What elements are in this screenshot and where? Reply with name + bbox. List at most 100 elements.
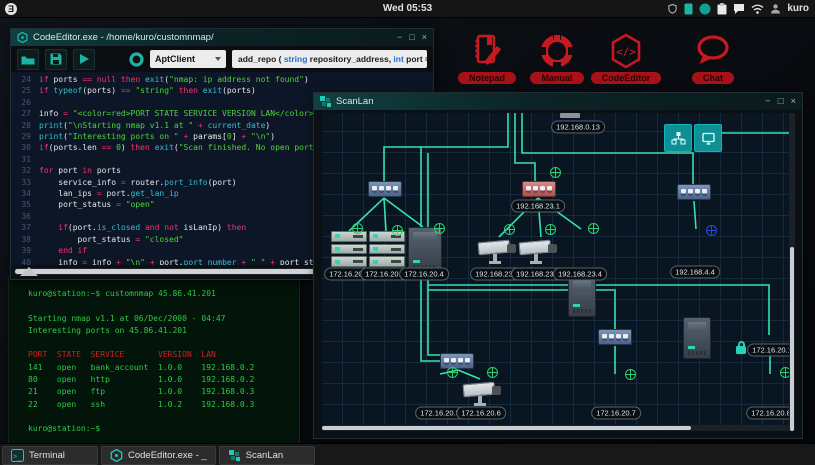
server-172-16-20-2[interactable]: [331, 231, 367, 267]
codeeditor-titlebar[interactable]: CodeEditor.exe - /home/kuro/customnmap/ …: [11, 29, 433, 46]
target-icon[interactable]: [129, 52, 144, 67]
circle-icon[interactable]: [699, 3, 711, 15]
method-signature-dropdown[interactable]: add_repo ( string repository_address, in…: [232, 50, 427, 68]
user-icon[interactable]: [770, 3, 781, 14]
minimize-button[interactable]: −: [397, 29, 402, 46]
terminal-scroll-up-arrow[interactable]: [20, 267, 38, 276]
ip-label-172.16.20.7: 172.16.20.7: [591, 407, 641, 420]
scanlan-icon: [228, 449, 241, 462]
network-link: [458, 370, 480, 379]
line-number: 37: [11, 222, 31, 233]
network-view-button[interactable]: [664, 124, 692, 152]
svg-text:</>: </>: [616, 46, 636, 59]
terminal-line: 21 open ftp 1.0.0 192.168.0.3: [28, 386, 297, 398]
terminal-line: 141 open bank_account 1.0.0 192.168.0.2: [28, 362, 297, 374]
switch-d[interactable]: [440, 353, 474, 369]
close-button[interactable]: ×: [790, 93, 796, 110]
codeeditor-icon: [110, 449, 123, 462]
username: kuro: [787, 3, 809, 14]
tablet-icon[interactable]: [684, 3, 693, 15]
switch-e[interactable]: [598, 329, 632, 345]
top-bar: Ǝ Wed 05:53 kuro: [0, 0, 815, 18]
globe-icon: [588, 223, 599, 234]
scrollbar-thumb[interactable]: [790, 247, 794, 431]
code-text: info = "<color=red>PORT STATE SERVICE VE…: [39, 108, 318, 119]
scrollbar-thumb[interactable]: [322, 426, 691, 430]
globe-icon: [352, 223, 363, 234]
maximize-button[interactable]: □: [778, 93, 784, 110]
codeeditor-icon: </>: [608, 31, 644, 71]
ip-label-172.16.20.4: 172.16.20.4: [399, 268, 449, 281]
taskbar-item-label: ScanLan: [246, 450, 284, 461]
os-logo-icon[interactable]: Ǝ: [5, 3, 17, 15]
camera-192-168-23-2[interactable]: [478, 237, 518, 267]
globe-icon: [550, 167, 561, 178]
terminal-line: kuro@station:~$: [28, 423, 297, 435]
line-number: 38: [11, 234, 31, 245]
server-172-16-20-3[interactable]: [369, 231, 405, 267]
chevron-down-icon: [215, 57, 221, 61]
desktop-icon-notepad[interactable]: Notepad: [450, 31, 524, 84]
desktop-icon-manual[interactable]: Manual: [520, 31, 594, 84]
close-button[interactable]: ×: [422, 29, 427, 46]
save-button[interactable]: [45, 49, 67, 70]
ip-label-192.168.4.4: 192.168.4.4: [670, 266, 720, 279]
globe-icon: [487, 367, 498, 378]
taskbar-item-codeeditor[interactable]: CodeEditor.exe - _: [101, 446, 216, 465]
minimize-button[interactable]: −: [765, 93, 771, 110]
desktop-icon-chat[interactable]: Chat: [676, 31, 750, 84]
switch-192-168-23-1[interactable]: [522, 181, 556, 197]
code-line-24: 24if ports == null then exit("nmap: ip a…: [11, 74, 433, 85]
open-file-button[interactable]: [17, 49, 39, 70]
clipboard-icon[interactable]: [717, 3, 727, 15]
run-button[interactable]: [73, 49, 95, 70]
fit-view-button[interactable]: [694, 124, 722, 152]
terminal-line: [28, 411, 297, 423]
desktop-icon-codeeditor[interactable]: </> CodeEditor: [589, 31, 663, 84]
tower-192-168-4-4[interactable]: [683, 317, 711, 359]
switch-a[interactable]: [368, 181, 402, 197]
line-number: 33: [11, 177, 31, 188]
line-number: 28: [11, 120, 31, 131]
taskbar-item-terminal[interactable]: >_Terminal: [2, 446, 98, 465]
chat-icon[interactable]: [733, 3, 745, 14]
lock-icon: [736, 346, 746, 354]
line-number: 27: [11, 108, 31, 119]
switch-c[interactable]: [677, 184, 711, 200]
map-vertical-scrollbar[interactable]: [789, 113, 795, 431]
terminal-output[interactable]: kuro@station:~$ customnmap 45.86.41.201 …: [11, 279, 297, 441]
desktop-icon-label: CodeEditor: [591, 72, 662, 84]
network-link: [384, 198, 423, 227]
api-class-dropdown[interactable]: AptClient: [150, 50, 226, 68]
desktop-icon-label: Notepad: [458, 72, 516, 84]
network-tree-icon: [671, 131, 686, 146]
svg-text:>_: >_: [13, 452, 22, 460]
wifi-icon[interactable]: [751, 4, 764, 14]
code-text: if ports == null then exit("nmap: ip add…: [39, 74, 309, 85]
scanlan-window: ScanLan − □ × 192.168.0.13192.168.23.117…: [313, 92, 803, 439]
camera-172-16-20-6[interactable]: [463, 379, 503, 409]
code-text: print("\nStarting nmap v1.1 at " + curre…: [39, 120, 270, 131]
map-horizontal-scrollbar[interactable]: [322, 425, 789, 431]
terminal-line: [28, 300, 297, 312]
code-text: port_status = "closed": [39, 234, 184, 245]
maximize-button[interactable]: □: [409, 29, 414, 46]
taskbar: >_TerminalCodeEditor.exe - _ ScanLan: [0, 443, 815, 465]
line-number: 31: [11, 154, 31, 165]
tower-192-168-23-4[interactable]: [568, 275, 596, 317]
net-192-168-0-13[interactable]: [560, 113, 580, 118]
manual-icon: [539, 31, 575, 71]
camera-192-168-23-3[interactable]: [519, 237, 559, 267]
tower-172-16-20-4[interactable]: [408, 227, 442, 273]
network-link: [384, 113, 508, 181]
network-map[interactable]: 192.168.0.13192.168.23.1172.16.20.2172.1…: [322, 113, 789, 425]
shield-icon[interactable]: [667, 3, 678, 15]
taskbar-item-scanlan[interactable]: ScanLan: [219, 446, 315, 465]
scanlan-titlebar[interactable]: ScanLan − □ ×: [314, 93, 802, 110]
code-text: info = info + "\n" + port.port_number + …: [39, 257, 328, 266]
network-link: [428, 285, 769, 335]
line-number: 35: [11, 199, 31, 210]
desktop: Ǝ Wed 05:53 kuro Notepad Manual </> CodeEdi…: [0, 0, 815, 465]
desktop-icon-label: Chat: [692, 72, 734, 84]
globe-icon: [447, 367, 458, 378]
